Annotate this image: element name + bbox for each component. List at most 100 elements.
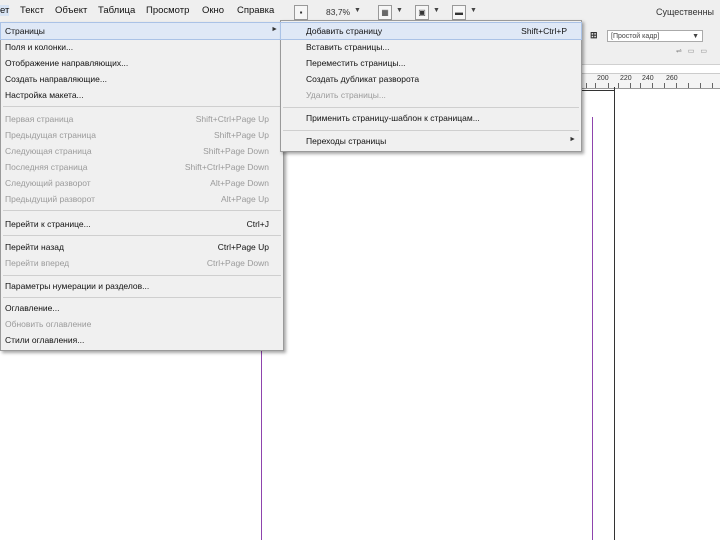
menu-item-label: Предыдущий разворот <box>5 194 96 204</box>
menu-item-label: Страницы <box>5 26 45 36</box>
menu-item-label: Следующий разворот <box>5 178 91 188</box>
menu-item-layout-adjustment[interactable]: Настройка макета... <box>1 87 283 103</box>
screen-mode-icon[interactable]: ▣ <box>415 5 429 20</box>
menu-item-shortcut: Alt+Page Up <box>221 194 269 204</box>
menu-item-shortcut: Alt+Page Down <box>210 178 269 188</box>
menu-table[interactable]: Таблица <box>98 5 135 16</box>
ruler-tick <box>652 83 653 88</box>
page-edge <box>614 87 615 540</box>
frame-icon[interactable]: ▪ <box>294 5 308 20</box>
pages-submenu: Добавить страницу Shift+Ctrl+P Вставить … <box>280 20 582 152</box>
menu-separator <box>3 297 281 298</box>
menu-text[interactable]: Текст <box>20 5 44 16</box>
menu-item-create-guides[interactable]: Создать направляющие... <box>1 71 283 87</box>
menu-item-numbering-section[interactable]: Параметры нумерации и разделов... <box>1 278 283 294</box>
menu-window[interactable]: Окно <box>202 5 224 16</box>
menu-item-insert-pages[interactable]: Вставить страницы... <box>281 39 581 55</box>
zoom-level[interactable]: 83,7% <box>326 7 350 17</box>
submenu-arrow-icon: ► <box>271 26 278 33</box>
menu-separator <box>3 275 281 276</box>
menu-item-pages[interactable]: Страницы ► <box>0 22 284 40</box>
page-margin-guide <box>592 117 593 540</box>
menu-item-label: Создать направляющие... <box>5 74 107 84</box>
ruler-tick <box>618 83 619 88</box>
menu-item-apply-master[interactable]: Применить страницу-шаблон к страницам... <box>281 110 581 126</box>
menu-object[interactable]: Объект <box>55 5 87 16</box>
screen-mode-chevron-icon[interactable]: ▼ <box>433 7 440 14</box>
arrange-chevron-icon[interactable]: ▼ <box>470 7 477 14</box>
menu-separator <box>3 106 281 107</box>
menu-item-margins-columns[interactable]: Поля и колонки... <box>1 39 283 55</box>
panel-mini-icons[interactable]: ⇌ ▭ ▭ <box>676 47 709 55</box>
menu-item-next-spread[interactable]: Следующий разворот Alt+Page Down <box>1 175 283 191</box>
layout-menu: Страницы ► Поля и колонки... Отображение… <box>0 22 284 351</box>
ruler-tick <box>712 83 713 88</box>
ruler-label: 260 <box>666 75 678 82</box>
menu-item-label: Перейти назад <box>5 242 64 252</box>
menu-layout[interactable]: ет <box>0 5 10 16</box>
menu-item-label: Переходы страницы <box>306 136 387 146</box>
menu-item-table-of-contents[interactable]: Оглавление... <box>1 300 283 316</box>
menu-item-label: Оглавление... <box>5 303 60 313</box>
object-style-value: [Простой кадр] <box>611 33 660 40</box>
menu-help[interactable]: Справка <box>237 5 274 16</box>
menu-item-label: Настройка макета... <box>5 90 84 100</box>
menu-item-shortcut: Shift+Page Up <box>213 130 269 140</box>
menu-item-previous-page[interactable]: Предыдущая страница Shift+Page Up <box>1 127 283 143</box>
menu-item-label: Предыдущая страница <box>5 130 96 140</box>
menu-item-page-transitions[interactable]: Переходы страницы ► <box>281 133 581 149</box>
ruler-tick <box>688 83 689 88</box>
menu-item-label: Добавить страницу <box>306 26 383 36</box>
ruler-label: 220 <box>620 75 632 82</box>
menu-item-go-forward[interactable]: Перейти вперед Ctrl+Page Down <box>1 255 283 271</box>
menu-item-label: Перейти к странице... <box>5 219 91 229</box>
menu-separator <box>283 130 579 131</box>
menu-item-label: Параметры нумерации и разделов... <box>5 281 150 291</box>
menu-item-go-back[interactable]: Перейти назад Ctrl+Page Up <box>1 239 283 255</box>
menu-item-move-pages[interactable]: Переместить страницы... <box>281 55 581 71</box>
menu-item-shortcut: Shift+Ctrl+Page Up <box>195 114 269 124</box>
menu-item-label: Первая страница <box>5 114 74 124</box>
zoom-dropdown-icon[interactable]: ▼ <box>354 7 361 14</box>
menu-item-label: Перейти вперед <box>5 258 70 268</box>
menu-item-next-page[interactable]: Следующая страница Shift+Page Down <box>1 143 283 159</box>
menu-item-label: Последняя страница <box>5 162 88 172</box>
menu-item-shortcut: Ctrl+Page Up <box>217 242 269 252</box>
menu-item-shortcut: Ctrl+J <box>246 219 269 229</box>
menu-item-label: Стили оглавления... <box>5 335 85 345</box>
ruler-tick <box>608 83 609 88</box>
menu-item-first-page[interactable]: Первая страница Shift+Ctrl+Page Up <box>1 111 283 127</box>
menu-item-last-page[interactable]: Последняя страница Shift+Ctrl+Page Down <box>1 159 283 175</box>
menu-item-label: Создать дубликат разворота <box>306 74 420 84</box>
menu-item-toc-styles[interactable]: Стили оглавления... <box>1 332 283 348</box>
ruler-tick <box>595 83 596 88</box>
ruler-tick <box>586 83 587 88</box>
arrange-documents-icon[interactable]: ▬ <box>452 5 466 20</box>
ruler-tick <box>676 83 677 88</box>
menu-item-label: Отображение направляющих... <box>5 58 129 68</box>
style-dropdown-icon[interactable]: ▼ <box>692 31 699 43</box>
workspace-switcher[interactable]: Существенны <box>656 7 714 17</box>
menu-item-label: Применить страницу-шаблон к страницам... <box>306 113 480 123</box>
menu-item-label: Вставить страницы... <box>306 42 390 52</box>
menu-separator <box>283 107 579 108</box>
ruler-tick <box>700 83 701 88</box>
menu-item-shortcut: Shift+Page Down <box>203 146 269 156</box>
view-options-icon[interactable]: ▦ <box>378 5 392 20</box>
menu-item-update-toc[interactable]: Обновить оглавление <box>1 316 283 332</box>
object-style-select[interactable]: [Простой кадр] ▼ <box>607 30 703 42</box>
menu-separator <box>3 235 281 236</box>
menu-item-shortcut: Shift+Ctrl+P <box>521 26 567 36</box>
menu-view[interactable]: Просмотр <box>146 5 189 16</box>
page-top-edge <box>580 90 615 91</box>
menu-item-previous-spread[interactable]: Предыдущий разворот Alt+Page Up <box>1 191 283 207</box>
menu-item-ruler-guides[interactable]: Отображение направляющих... <box>1 55 283 71</box>
submenu-arrow-icon: ► <box>569 136 576 143</box>
menu-item-delete-pages[interactable]: Удалить страницы... <box>281 87 581 103</box>
menu-item-duplicate-spread[interactable]: Создать дубликат разворота <box>281 71 581 87</box>
object-style-icon: ⊞ <box>590 30 598 40</box>
view-options-chevron-icon[interactable]: ▼ <box>396 7 403 14</box>
menu-item-go-to-page[interactable]: Перейти к странице... Ctrl+J <box>1 216 283 232</box>
menu-item-add-page[interactable]: Добавить страницу Shift+Ctrl+P <box>280 22 582 40</box>
menu-item-label: Обновить оглавление <box>5 319 92 329</box>
